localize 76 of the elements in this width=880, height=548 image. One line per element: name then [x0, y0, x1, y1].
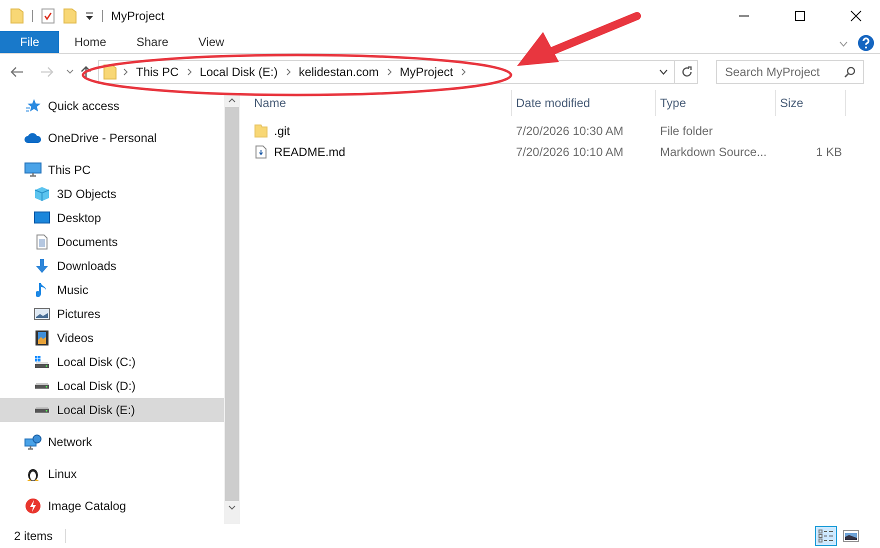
document-icon [36, 234, 48, 250]
breadcrumb-item[interactable]: This PC [134, 63, 181, 81]
close-icon[interactable] [850, 10, 862, 22]
sidebar-item[interactable]: Image Catalog [0, 494, 224, 518]
breadcrumb-item[interactable]: kelidestan.com [296, 63, 381, 81]
sidebar-item[interactable]: Desktop [0, 206, 224, 230]
download-icon [34, 258, 50, 274]
drive-icon [35, 407, 49, 413]
address-bar[interactable]: This PC Local Disk (E:) kelidestan.com MyProject [98, 60, 698, 84]
table-cell-text: 7/20/2026 10:10 AM [515, 144, 624, 160]
dropdown-icon[interactable] [85, 12, 94, 20]
maximize-icon[interactable] [794, 10, 806, 22]
film-icon [35, 330, 49, 346]
sidebar-item[interactable]: Documents [0, 230, 224, 254]
star-icon [25, 98, 41, 114]
search-icon [844, 66, 856, 78]
up-arrow-icon[interactable] [80, 65, 92, 79]
column-header[interactable]: Type [656, 90, 776, 116]
ribbon-tab[interactable]: File [0, 31, 60, 53]
ribbon-tab[interactable]: Home [59, 31, 122, 53]
back-arrow-icon[interactable] [10, 66, 24, 78]
column-header[interactable]: Size [776, 90, 846, 116]
network-icon [24, 434, 42, 450]
sidebar-item[interactable]: OneDrive - Personal [0, 126, 224, 150]
lightning-icon [25, 498, 41, 514]
table-cell-text: 1 KB [814, 144, 843, 160]
document-icon [254, 144, 268, 158]
cube-icon [34, 186, 50, 202]
sidebar-item[interactable]: Music [0, 278, 224, 302]
drive-icon [35, 383, 49, 389]
table-cell-text: File folder [659, 122, 714, 140]
scroll-down-icon[interactable] [228, 505, 236, 510]
sidebar-item[interactable]: Network [0, 430, 224, 454]
scrollbar-thumb[interactable] [225, 107, 239, 501]
drive-icon [34, 355, 50, 369]
sidebar-item[interactable]: This PC [0, 158, 224, 182]
table-cell-text: Markdown Source... [659, 144, 768, 160]
sidebar-item[interactable]: Downloads [0, 254, 224, 278]
column-header[interactable]: Name [250, 90, 512, 116]
sidebar-item[interactable]: Linux [0, 462, 224, 486]
column-header[interactable]: Date modified [512, 90, 656, 116]
breadcrumb-item[interactable]: MyProject [398, 63, 456, 81]
chevron-right-icon[interactable] [386, 68, 392, 76]
sidebar-item[interactable]: Local Disk (E:) [0, 398, 224, 422]
refresh-icon[interactable] [681, 66, 693, 78]
ribbon-tab[interactable]: Share [121, 31, 184, 53]
item-count: 2 items [14, 528, 53, 545]
chevron-down-icon[interactable] [659, 69, 668, 75]
chevron-right-icon[interactable] [286, 68, 291, 76]
help-icon[interactable] [858, 35, 874, 51]
properties-icon[interactable] [41, 8, 55, 24]
breadcrumb-item[interactable]: Local Disk (E:) [198, 63, 280, 81]
sidebar-item[interactable]: Pictures [0, 302, 224, 326]
sidebar-item[interactable]: Quick access [0, 94, 224, 118]
chevron-right-icon[interactable] [461, 68, 466, 76]
folder-icon [254, 124, 268, 138]
monitor-icon [24, 162, 42, 178]
details-view-icon[interactable] [815, 526, 837, 546]
sidebar-item[interactable]: Videos [0, 326, 224, 350]
search-field[interactable]: Search MyProject [716, 60, 864, 84]
table-cell-text: 7/20/2026 10:30 AM [515, 122, 624, 140]
chevron-right-icon[interactable] [186, 68, 192, 76]
music-note-icon [36, 282, 48, 298]
file-name[interactable]: README.md [274, 142, 346, 160]
sidebar-item[interactable]: 3D Objects [0, 182, 224, 206]
window-title: MyProject [111, 8, 164, 25]
ribbon-tab[interactable]: View [183, 31, 240, 53]
picture-icon [34, 307, 50, 321]
cloud-icon [24, 132, 42, 144]
penguin-icon [26, 466, 40, 482]
scroll-up-icon[interactable] [228, 98, 236, 103]
sidebar-item[interactable]: Local Disk (C:) [0, 350, 224, 374]
sidebar-item[interactable]: Local Disk (D:) [0, 374, 224, 398]
desktop-icon [34, 211, 50, 225]
file-name[interactable]: .git [274, 122, 290, 140]
chevron-right-icon[interactable] [123, 68, 128, 76]
